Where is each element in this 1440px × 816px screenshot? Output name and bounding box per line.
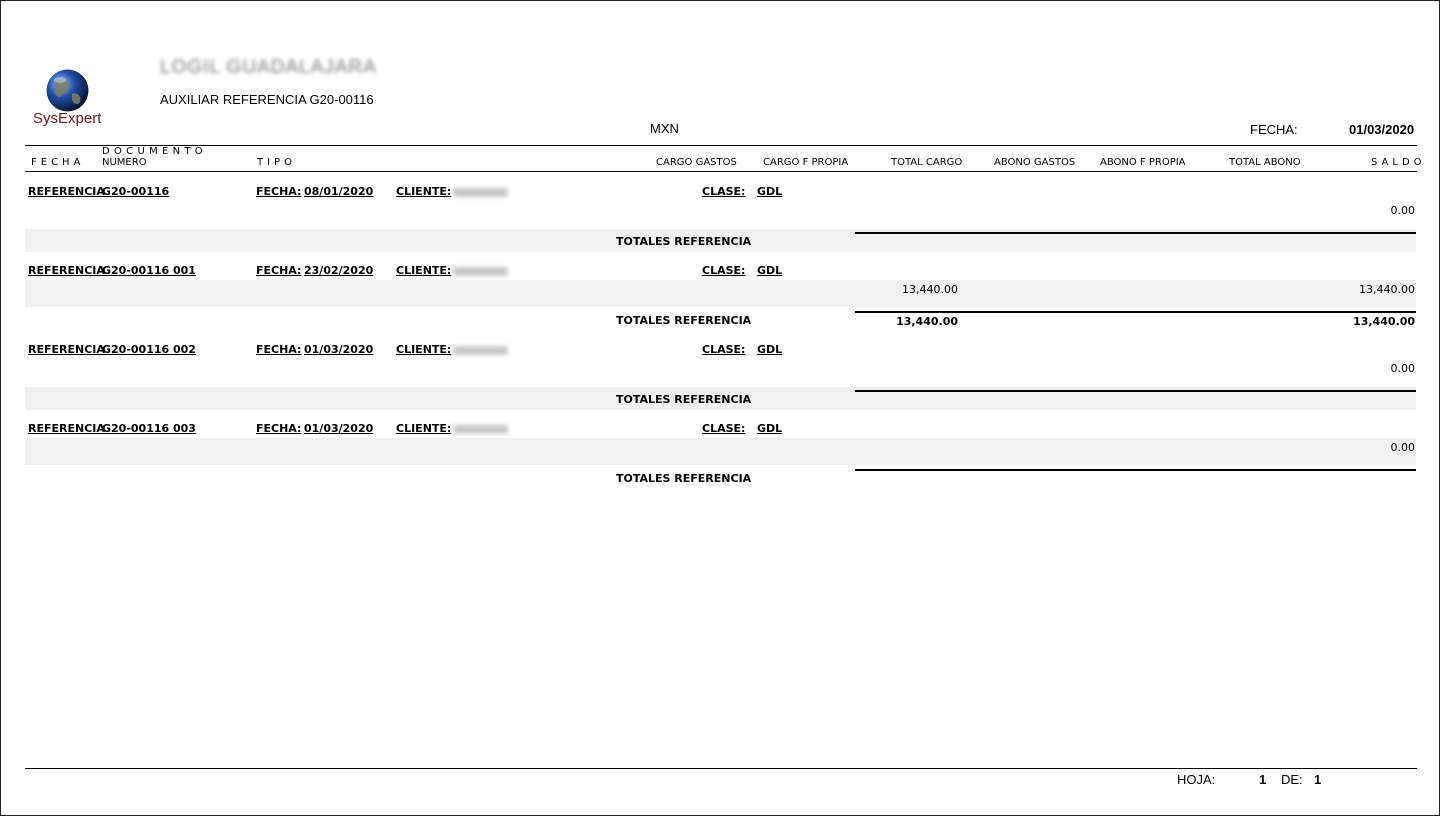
date-value: 01/03/2020 xyxy=(1349,122,1415,137)
referencia-number[interactable]: G20-00116 003 xyxy=(102,422,196,435)
totales-label: TOTALES REFERENCIA xyxy=(616,235,752,248)
col-total-cargo: TOTAL CARGO xyxy=(891,157,963,168)
totals-rule xyxy=(855,390,1416,392)
total-cargo-value: 13,440.00 xyxy=(902,283,958,296)
referencia-link[interactable]: REFERENCIA xyxy=(28,422,105,435)
fecha-value: 01/03/2020 xyxy=(304,422,374,435)
clase-label: CLASE: xyxy=(702,185,746,198)
header-divider-top xyxy=(25,145,1417,146)
cliente-label: CLIENTE: xyxy=(396,343,452,356)
fecha-label: FECHA: xyxy=(256,264,302,277)
cliente-redacted xyxy=(453,425,508,434)
saldo-value: 0.00 xyxy=(1390,204,1416,217)
col-cargo-f-propia: CARGO F PROPIA xyxy=(763,157,849,168)
clase-value[interactable]: GDL xyxy=(757,264,782,277)
col-abono-f-propia: ABONO F PROPIA xyxy=(1100,157,1186,168)
globe-logo-icon xyxy=(46,69,89,112)
col-documento: DOCUMENTO xyxy=(102,146,207,157)
referencia-number[interactable]: G20-00116 002 xyxy=(102,343,196,356)
referencia-link[interactable]: REFERENCIA xyxy=(28,264,105,277)
totals-rule xyxy=(855,469,1416,471)
cliente-redacted xyxy=(453,346,508,355)
col-abono-gastos: ABONO GASTOS xyxy=(994,157,1076,168)
detail-band xyxy=(25,438,1416,465)
clase-value[interactable]: GDL xyxy=(757,185,782,198)
col-cargo-gastos: CARGO GASTOS xyxy=(656,157,737,168)
fecha-label: FECHA: xyxy=(256,185,302,198)
fecha-value: 08/01/2020 xyxy=(304,185,374,198)
cliente-label: CLIENTE: xyxy=(396,422,452,435)
col-total-abono: TOTAL ABONO xyxy=(1229,157,1301,168)
detail-band xyxy=(25,280,1416,307)
referencia-link[interactable]: REFERENCIA xyxy=(28,343,105,356)
report-page: SysExpert LOGIL GUADALAJARA AUXILIAR REF… xyxy=(0,0,1440,816)
referencia-number[interactable]: G20-00116 001 xyxy=(102,264,196,277)
totales-saldo-value: 13,440.00 xyxy=(1353,315,1415,328)
col-tipo: TIPO xyxy=(257,157,296,168)
header-divider-bottom xyxy=(25,171,1417,172)
cliente-redacted xyxy=(453,267,508,276)
saldo-value: 0.00 xyxy=(1390,362,1416,375)
fecha-value: 01/03/2020 xyxy=(304,343,374,356)
clase-value[interactable]: GDL xyxy=(757,343,782,356)
currency: MXN xyxy=(650,121,679,136)
totales-label: TOTALES REFERENCIA xyxy=(616,393,752,406)
date-label: FECHA: xyxy=(1250,122,1298,137)
fecha-value: 23/02/2020 xyxy=(304,264,374,277)
totals-rule xyxy=(855,232,1416,234)
clase-label: CLASE: xyxy=(702,343,746,356)
cliente-label: CLIENTE: xyxy=(396,264,452,277)
page-total: 1 xyxy=(1314,772,1322,787)
page-number: 1 xyxy=(1259,772,1267,787)
totales-cargo-value: 13,440.00 xyxy=(896,315,958,328)
referencia-number[interactable]: G20-00116 xyxy=(102,185,169,198)
company-name: LOGIL GUADALAJARA xyxy=(160,57,377,78)
report-title: AUXILIAR REFERENCIA G20-00116 xyxy=(160,92,374,107)
totals-rule xyxy=(855,311,1416,313)
col-saldo: SALDO xyxy=(1371,157,1426,168)
clase-label: CLASE: xyxy=(702,422,746,435)
page-total-label: DE: xyxy=(1281,772,1303,787)
col-numero: NUMERO xyxy=(102,157,147,168)
fecha-label: FECHA: xyxy=(256,422,302,435)
logo-text: SysExpert xyxy=(33,110,102,127)
cliente-label: CLIENTE: xyxy=(396,185,452,198)
footer-divider xyxy=(25,768,1417,769)
col-fecha: FECHA xyxy=(31,157,85,168)
clase-label: CLASE: xyxy=(702,264,746,277)
page-label: HOJA: xyxy=(1177,772,1216,787)
saldo-value: 0.00 xyxy=(1390,441,1416,454)
totales-label: TOTALES REFERENCIA xyxy=(616,314,752,327)
clase-value[interactable]: GDL xyxy=(757,422,782,435)
saldo-value: 13,440.00 xyxy=(1359,283,1415,296)
fecha-label: FECHA: xyxy=(256,343,302,356)
cliente-redacted xyxy=(453,188,508,197)
referencia-link[interactable]: REFERENCIA xyxy=(28,185,105,198)
totales-label: TOTALES REFERENCIA xyxy=(616,472,752,485)
